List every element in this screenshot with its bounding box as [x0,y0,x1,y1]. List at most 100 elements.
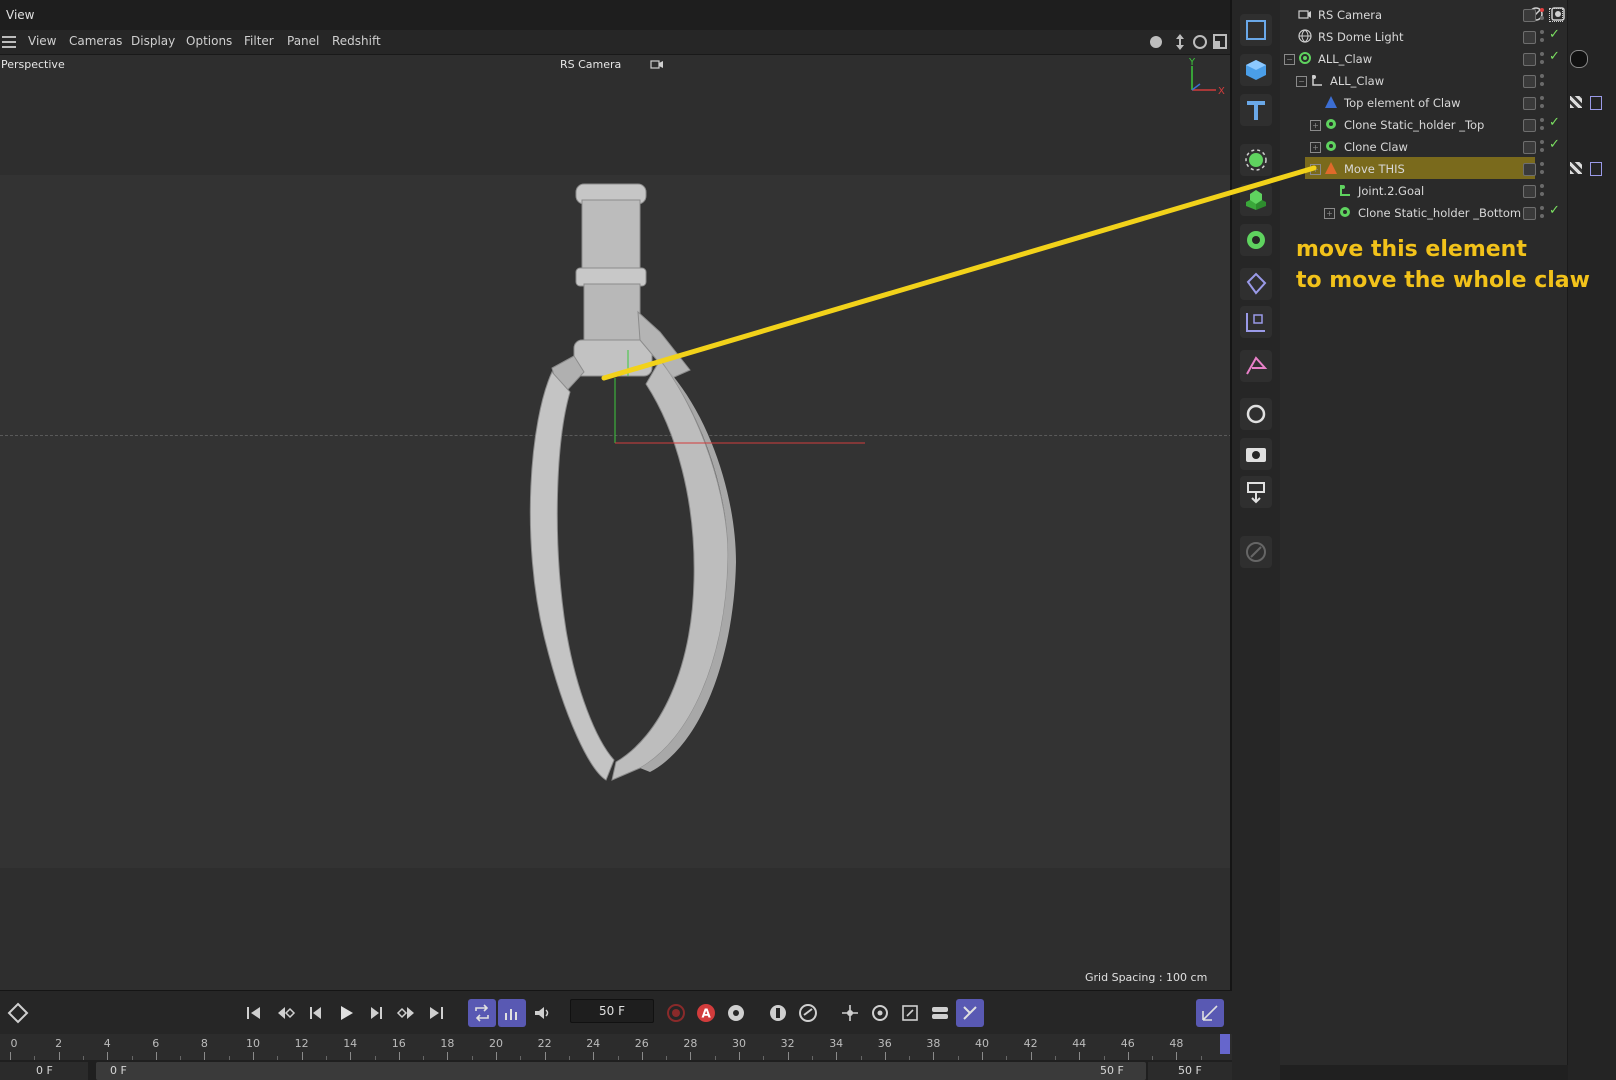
grid-spacing-label: Grid Spacing : 100 cm [1085,971,1208,984]
object-manager-scrollbar[interactable] [1280,1065,1568,1080]
autokey-icon[interactable]: A [692,999,720,1027]
texture-tag-icon[interactable] [1570,162,1582,174]
loop-icon[interactable] [468,999,496,1027]
object-row-all-claw-joint[interactable]: − ALL_Claw [1280,70,1568,92]
selection-tag-icon[interactable] [1590,162,1602,176]
edit-toggle-icon[interactable] [1523,97,1536,110]
key-position-icon[interactable] [836,999,864,1027]
texture-tag-icon[interactable] [1570,96,1582,108]
key-mode-icon[interactable] [794,999,822,1027]
sound-icon[interactable] [528,999,556,1027]
deformer-icon[interactable] [1240,268,1272,300]
brush-icon[interactable] [1240,536,1272,568]
effector-icon[interactable] [1240,224,1272,256]
edit-toggle-icon[interactable] [1523,185,1536,198]
object-row-rs-camera[interactable]: RS Camera [1280,4,1568,26]
key-rotation-icon[interactable] [866,999,894,1027]
collapse-icon[interactable]: − [1296,76,1307,87]
object-row-clone-claw[interactable]: + Clone Claw ✓ [1280,136,1568,158]
timeline-toggle-icon[interactable] [1196,999,1224,1027]
enabled-check-icon[interactable]: ✓ [1549,137,1560,152]
edit-toggle-icon[interactable] [1523,207,1536,220]
timeline-ruler[interactable] [0,1034,1232,1060]
visibility-dots-icon[interactable] [1539,139,1545,155]
object-name: Clone Static_holder _Bottom [1358,206,1522,220]
timeline-playhead[interactable] [1220,1034,1230,1054]
go-to-end-icon[interactable] [422,999,450,1027]
tick-label: 42 [1023,1037,1038,1050]
tick-label: 34 [829,1037,844,1050]
visibility-dots-icon[interactable] [1539,29,1545,45]
light-icon[interactable] [1240,398,1272,430]
visibility-dots-icon[interactable] [1539,7,1545,23]
edit-toggle-icon[interactable] [1523,31,1536,44]
edit-toggle-icon[interactable] [1523,9,1536,22]
tick-mark [1079,1052,1081,1060]
range-slider[interactable] [96,1062,1146,1080]
visibility-dots-icon[interactable] [1539,117,1545,133]
edit-toggle-icon[interactable] [1523,119,1536,132]
edit-toggle-icon[interactable] [1523,141,1536,154]
cube-view-icon[interactable] [1240,14,1272,46]
selection-tag-icon[interactable] [1590,96,1602,110]
motion-clip-icon[interactable] [764,999,792,1027]
key-scale-icon[interactable] [896,999,924,1027]
prev-key-icon[interactable] [272,999,300,1027]
cube-icon[interactable] [1240,54,1272,86]
expand-icon[interactable]: + [1310,142,1321,153]
joint-icon[interactable] [1240,350,1272,382]
visibility-dots-icon[interactable] [1539,51,1545,67]
joint-icon [1310,73,1324,87]
next-key-icon[interactable] [392,999,420,1027]
prev-frame-icon[interactable] [302,999,330,1027]
material-tag-icon[interactable] [1570,50,1588,68]
object-row-top-element[interactable]: Top element of Claw [1280,92,1602,114]
object-row-rs-dome-light[interactable]: RS Dome Light ✓ [1280,26,1568,48]
camera-icon[interactable] [1240,438,1272,470]
keyframe-diamond-icon[interactable] [6,1001,30,1025]
generator-icon[interactable] [1240,144,1272,176]
expand-icon[interactable]: + [1310,164,1321,175]
spline-icon[interactable] [1240,306,1272,338]
object-row-clone-static-bottom[interactable]: + Clone Static_holder _Bottom ✓ [1280,202,1568,224]
tick-mark [1176,1052,1178,1060]
visibility-dots-icon[interactable] [1539,183,1545,199]
target-tag-icon[interactable] [1549,8,1563,22]
object-row-move-this[interactable]: + Move THIS [1280,158,1602,180]
object-row-joint-goal[interactable]: Joint.2.Goal [1280,180,1568,202]
key-param-icon[interactable] [926,999,954,1027]
text-icon[interactable] [1240,94,1272,126]
play-icon[interactable] [332,999,360,1027]
key-pla-icon[interactable] [956,999,984,1027]
record-disabled-icon[interactable] [662,999,690,1027]
edit-toggle-icon[interactable] [1523,163,1536,176]
object-row-clone-static-top[interactable]: + Clone Static_holder _Top ✓ [1280,114,1568,136]
expand-icon[interactable]: + [1310,120,1321,131]
cloner-icon[interactable] [1240,184,1272,216]
enabled-check-icon[interactable]: ✓ [1549,115,1560,130]
annotation-line-2: to move the whole claw [1296,268,1590,293]
tick-label: 24 [586,1037,601,1050]
visibility-dots-icon[interactable] [1539,205,1545,221]
go-to-start-icon[interactable] [240,999,268,1027]
object-row-all-claw[interactable]: − ALL_Claw ✓ [1280,48,1588,70]
object-name: ALL_Claw [1330,74,1385,88]
edit-toggle-icon[interactable] [1523,75,1536,88]
expand-icon[interactable]: + [1324,208,1335,219]
visibility-dots-icon[interactable] [1539,73,1545,89]
current-frame-field[interactable]: 50 F [570,999,654,1023]
visibility-dots-icon[interactable] [1539,95,1545,111]
enabled-check-icon[interactable]: ✓ [1549,49,1560,64]
preview-range-icon[interactable] [498,999,526,1027]
visibility-dots-icon[interactable] [1539,161,1545,177]
render-icon[interactable] [1240,476,1272,508]
next-frame-icon[interactable] [362,999,390,1027]
null-object-icon [1298,51,1312,65]
edit-toggle-icon[interactable] [1523,53,1536,66]
keyframe-settings-icon[interactable] [722,999,750,1027]
tick-label: 16 [391,1037,406,1050]
enabled-check-icon[interactable]: ✓ [1549,27,1560,42]
claw-model[interactable] [0,0,1232,990]
collapse-icon[interactable]: − [1284,54,1295,65]
enabled-check-icon[interactable]: ✓ [1549,203,1560,218]
